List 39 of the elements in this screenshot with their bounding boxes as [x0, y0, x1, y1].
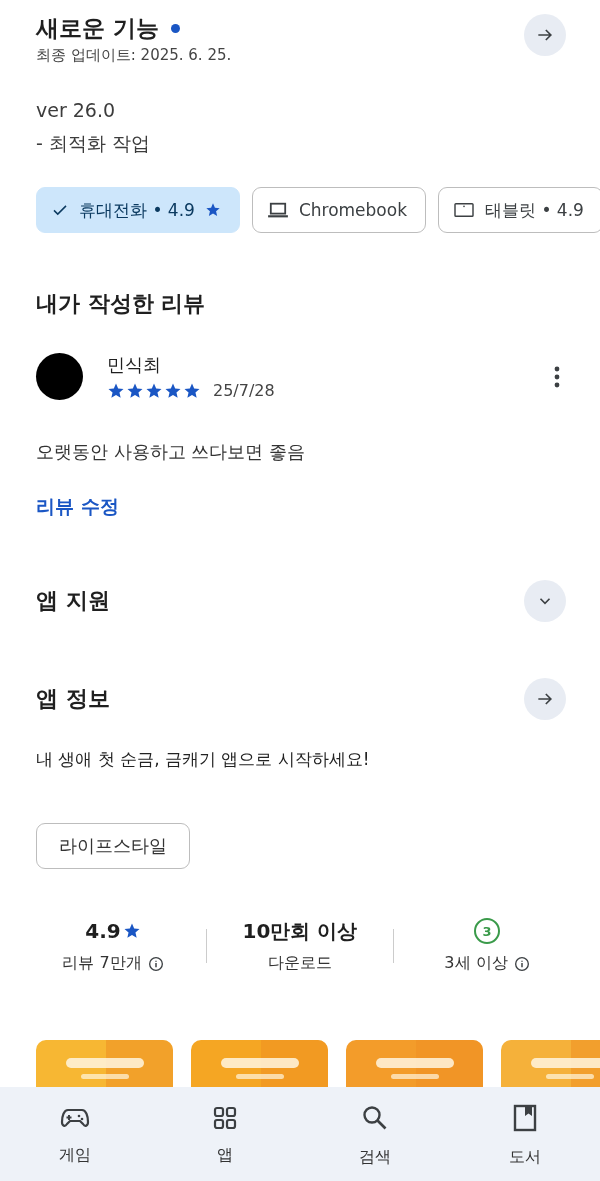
open-button[interactable]	[524, 678, 566, 720]
review-date: 25/7/28	[213, 381, 275, 400]
update-date: 최종 업데이트: 2025. 6. 25.	[36, 46, 233, 65]
release-note: ver 26.0	[36, 99, 117, 121]
section-title: 앱 지원	[36, 587, 110, 615]
nav-tab[interactable]: 도서	[450, 1087, 600, 1181]
nav-tab[interactable]: 게임	[0, 1087, 150, 1181]
star-icon	[204, 202, 221, 218]
section-title: 내가 작성한 리뷰	[36, 290, 207, 318]
stat-value: 4.9	[85, 919, 121, 943]
new-indicator-dot	[171, 23, 180, 33]
tablet-icon	[453, 201, 475, 219]
star-icon	[122, 922, 141, 940]
laptop-icon	[266, 201, 289, 219]
search-icon	[361, 1103, 389, 1132]
section-title: 앱 정보	[36, 685, 110, 713]
stat-value: 10만회 이상	[242, 917, 358, 945]
reviewer-name: 민식최	[107, 353, 162, 377]
device-chip[interactable]: 휴대전화 • 4.9	[36, 187, 240, 233]
stat-label: 다운로드	[268, 953, 332, 974]
nav-tab[interactable]: 검색	[300, 1087, 450, 1181]
info-icon[interactable]	[147, 955, 164, 972]
release-note: - 최적화 작업	[36, 131, 151, 156]
info-icon[interactable]	[513, 955, 530, 972]
open-button[interactable]	[524, 14, 566, 56]
app-description: 내 생애 첫 순금, 금캐기 앱으로 시작하세요!	[36, 748, 371, 771]
section-title: 새로운 기능	[36, 13, 159, 43]
apps-grid-icon	[213, 1105, 237, 1130]
stat-label: 3세 이상	[444, 953, 508, 974]
stat-label: 리뷰 7만개	[62, 953, 142, 974]
review-text: 오랫동안 사용하고 쓰다보면 좋음	[36, 440, 307, 464]
device-chip[interactable]: 태블릿 • 4.9	[438, 187, 600, 233]
book-icon	[513, 1103, 537, 1132]
category-chip[interactable]: 라이프스타일	[36, 823, 190, 869]
age-rating-badge: 3	[474, 918, 500, 944]
edit-review-link[interactable]: 리뷰 수정	[36, 494, 119, 520]
device-chip[interactable]: Chromebook	[251, 187, 426, 233]
nav-tab[interactable]: 앱	[150, 1087, 300, 1181]
avatar	[36, 353, 83, 400]
